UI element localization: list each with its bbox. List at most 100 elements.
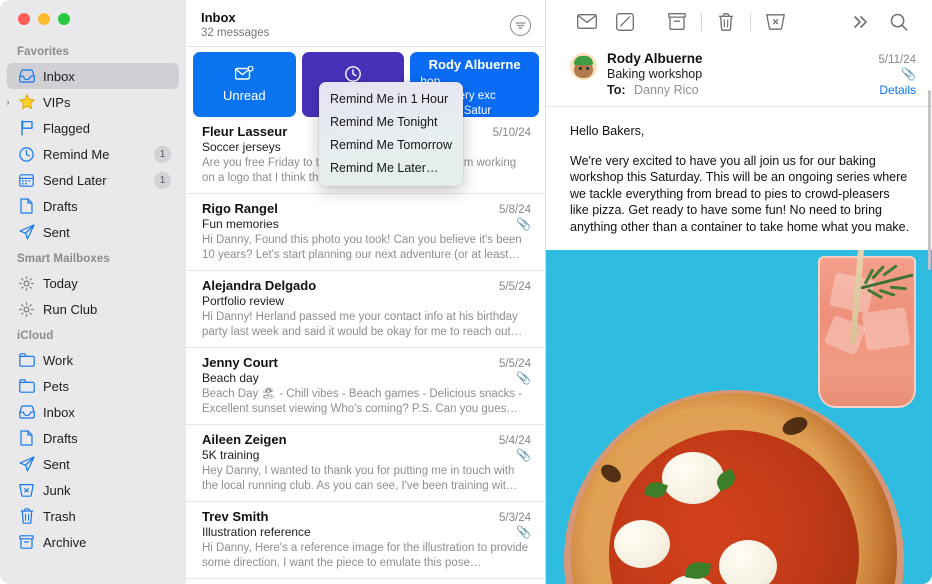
message-body: Hello Bakers, We're very excited to have… [546,107,932,245]
message-list: Inbox 32 messages Unread Rody Albuerne h… [186,0,546,584]
compose-button[interactable] [606,9,644,35]
sidebar-item-remind-me[interactable]: Remind Me 1 [7,141,179,167]
message-row-preview: Hi Danny, Here's a reference image for t… [202,542,529,569]
clock-icon [17,145,36,163]
junk-icon [17,481,36,499]
unread-badge: 1 [154,171,171,189]
document-icon [17,197,36,215]
message-row-date: 5/3/24 [499,512,531,524]
sidebar-item-label: Remind Me [43,146,110,162]
flag-icon [17,119,36,137]
message-row-preview: Hey Danny, I wanted to thank you for put… [202,465,518,492]
sidebar-item-run-club[interactable]: Run Club [7,296,179,322]
sidebar-item-trash[interactable]: Trash [7,503,179,529]
swipe-unread-button[interactable]: Unread [193,52,296,117]
junk-button[interactable] [756,9,794,35]
sidebar-item-inbox[interactable]: Inbox [7,399,179,425]
message-row-preview: Hi Danny! Herland passed me your contact… [202,311,523,338]
reader-scrollbar[interactable] [928,90,931,270]
message-row-date: 5/5/24 [499,358,531,370]
sidebar-item-today[interactable]: Today [7,270,179,296]
zoom-button[interactable] [58,13,70,25]
message-attachment-photo[interactable] [546,250,932,584]
message-row[interactable]: Rigo Rangel 5/8/24 Fun memories 📎 Hi Danny, … [186,194,545,271]
message-row-preview: Hi Danny, Found this photo you took! Can… [202,234,522,261]
message-row[interactable]: Jenny Court 5/5/24 Beach day 📎 Beach Day 🏖 -… [186,348,545,425]
sidebar-item-label: Trash [43,508,76,524]
unread-envelope-icon [234,65,254,84]
gear-icon [17,274,36,292]
sidebar: Favorites Inbox › VIPs Flagged Remind Me 1 Send… [0,0,186,584]
message-row[interactable]: Alejandra Delgado 5/5/24 Portfolio review H… [186,271,545,348]
message-row-date: 5/8/24 [499,204,531,216]
folder-icon [17,351,36,369]
paperclip-icon: 📎 [516,525,531,539]
body-paragraph: Hello Bakers, [570,124,645,138]
pizza [564,390,904,584]
sidebar-item-label: Pets [43,378,70,394]
sidebar-item-vips[interactable]: › VIPs [6,89,179,115]
archive-button[interactable] [658,9,696,35]
message-row-preview: Beach Day 🏖 - Chill vibes - Beach games … [202,388,523,415]
message-row-sender: Trev Smith [202,509,269,524]
sidebar-item-label: Run Club [43,301,98,317]
message-row-sender: Rigo Rangel [202,201,278,216]
window-controls [0,0,186,38]
star-icon [17,93,36,111]
context-menu-item[interactable]: Remind Me Later… [319,157,463,180]
mailbox-title: Inbox [201,10,236,25]
minimize-button[interactable] [38,13,50,25]
message-date: 5/11/24 [878,54,916,66]
sidebar-item-drafts[interactable]: Drafts [7,193,179,219]
unread-badge: 1 [154,145,171,163]
sidebar-section-header: Smart Mailboxes [17,253,110,265]
sidebar-item-inbox[interactable]: Inbox [7,63,179,89]
mark-unread-button[interactable] [568,9,606,35]
message-row-date: 5/5/24 [499,281,531,293]
sidebar-item-archive[interactable]: Archive [7,529,179,555]
message-subject: Baking workshop [607,67,703,81]
toolbar-divider [750,12,751,31]
details-link[interactable]: Details [879,83,916,97]
search-icon[interactable] [880,9,918,35]
avatar [570,53,597,80]
folder-icon [17,377,36,395]
reading-pane: Rody Albuerne 5/11/24 Baking workshop 📎 … [546,0,932,584]
sidebar-item-label: VIPs [43,94,71,110]
paperclip-icon: 📎 [516,371,531,385]
archive-icon [17,533,36,551]
delete-button[interactable] [707,9,745,35]
message-row-subject: Fun memories [202,217,279,231]
mail-window: Favorites Inbox › VIPs Flagged Remind Me 1 Send… [0,0,932,584]
chevron-double-right-icon[interactable] [842,9,880,35]
sidebar-item-label: Inbox [43,404,75,420]
sidebar-section-header: Favorites [17,46,70,58]
message-row-subject: Illustration reference [202,525,311,539]
message-row-subject: Portfolio review [202,294,285,308]
sidebar-item-pets[interactable]: Pets [7,373,179,399]
context-menu-item[interactable]: Remind Me Tonight [319,111,463,134]
filter-icon[interactable] [510,15,531,36]
message-row-sender: Alejandra Delgado [202,278,317,293]
close-button[interactable] [18,13,30,25]
sidebar-item-drafts[interactable]: Drafts [7,425,179,451]
sidebar-item-flagged[interactable]: Flagged [7,115,179,141]
context-menu-item[interactable]: Remind Me in 1 Hour [319,88,463,111]
sidebar-item-label: Archive [43,534,87,550]
sidebar-item-work[interactable]: Work [7,347,179,373]
message-row-sender: Aileen Zeigen [202,432,287,447]
swipe-unread-label: Unread [222,88,266,103]
inbox-icon [17,403,36,421]
sidebar-item-sent[interactable]: Sent [7,219,179,245]
sidebar-item-sent[interactable]: Sent [7,451,179,477]
chevron-right-icon[interactable]: › [2,97,14,108]
paperclip-icon: 📎 [516,448,531,462]
paperclip-icon: 📎 [901,67,916,81]
message-row[interactable]: Trev Smith 5/3/24 Illustration reference 📎 H… [186,502,545,579]
context-menu-item[interactable]: Remind Me Tomorrow [319,134,463,157]
sidebar-item-send-later[interactable]: Send Later 1 [7,167,179,193]
sidebar-item-junk[interactable]: Junk [7,477,179,503]
sidebar-item-label: Drafts [43,198,78,214]
message-row[interactable]: Aileen Zeigen 5/4/24 5K training 📎 Hey Danny… [186,425,545,502]
body-paragraph: We're very excited to have you all join … [570,153,910,234]
